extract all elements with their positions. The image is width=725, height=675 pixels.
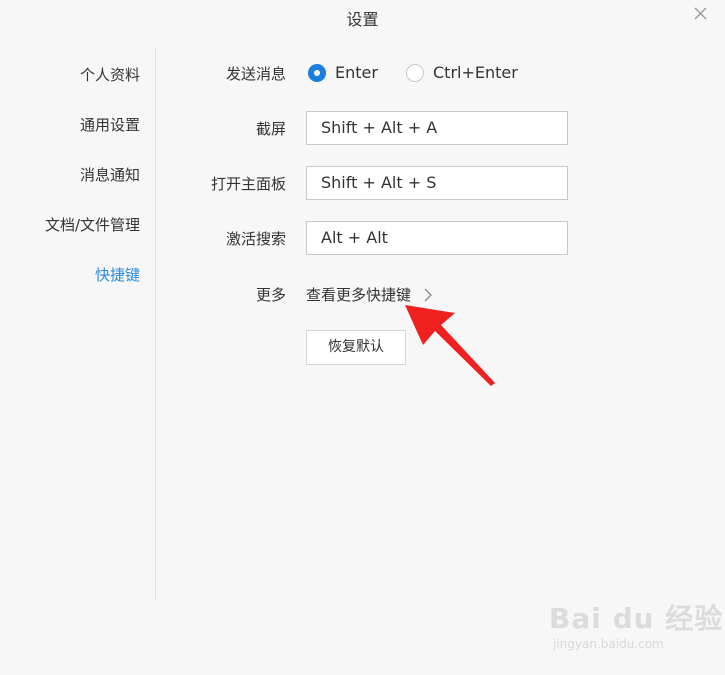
watermark-url: jingyan.baidu.com xyxy=(553,637,664,651)
sidebar-item-file-management[interactable]: 文档/文件管理 xyxy=(45,214,140,235)
restore-defaults-button[interactable]: 恢复默认 xyxy=(306,330,406,365)
screenshot-label: 截屏 xyxy=(255,120,286,138)
baidu-jingyan-watermark: Bai du 经验 jingyan.baidu.com xyxy=(549,597,722,657)
more-label: 更多 xyxy=(255,286,286,304)
open-main-panel-shortcut-field[interactable]: Shift + Alt + S xyxy=(306,166,568,200)
radio-enter[interactable]: Enter xyxy=(308,63,378,82)
sidebar-item-general[interactable]: 通用设置 xyxy=(80,114,140,135)
annotation-arrow-icon xyxy=(405,305,495,386)
settings-window: 设置 个人资料 通用设置 消息通知 文档/文件管理 快捷键 发送消息 Enter… xyxy=(0,0,725,675)
window-title: 设置 xyxy=(346,10,379,29)
activate-search-shortcut-field[interactable]: Alt + Alt xyxy=(306,221,568,255)
open-main-panel-label: 打开主面板 xyxy=(210,175,286,193)
send-message-label: 发送消息 xyxy=(225,65,286,83)
radio-ctrl-enter[interactable]: Ctrl+Enter xyxy=(406,63,518,82)
radio-enter-label: Enter xyxy=(335,63,378,82)
close-icon[interactable] xyxy=(691,4,711,24)
screenshot-shortcut-field[interactable]: Shift + Alt + A xyxy=(306,111,568,145)
radio-unchecked-icon xyxy=(406,63,424,82)
radio-ctrl-enter-label: Ctrl+Enter xyxy=(433,63,518,82)
activate-search-label: 激活搜索 xyxy=(225,230,286,248)
watermark-logo: Bai du 经验 xyxy=(549,602,724,635)
sidebar-item-profile[interactable]: 个人资料 xyxy=(80,64,140,85)
sidebar-item-shortcuts[interactable]: 快捷键 xyxy=(95,264,140,285)
sidebar-item-notifications[interactable]: 消息通知 xyxy=(80,164,140,185)
radio-checked-icon xyxy=(308,63,326,82)
settings-sidebar: 个人资料 通用设置 消息通知 文档/文件管理 快捷键 xyxy=(0,47,156,600)
